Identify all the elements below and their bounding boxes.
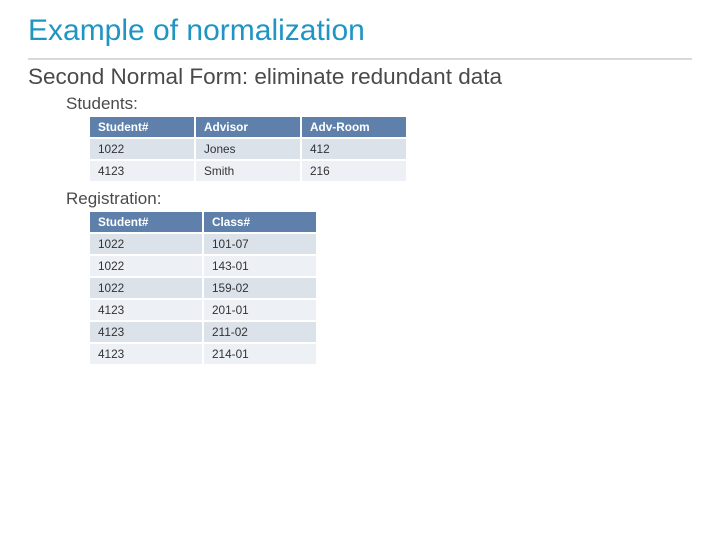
table-row: 1022 143-01 xyxy=(89,255,317,277)
cell: 214-01 xyxy=(203,343,317,365)
cell: 1022 xyxy=(89,138,195,160)
cell: 211-02 xyxy=(203,321,317,343)
registration-header-class: Class# xyxy=(203,211,317,233)
students-label: Students: xyxy=(66,94,692,114)
registration-header-student: Student# xyxy=(89,211,203,233)
students-header-student: Student# xyxy=(89,116,195,138)
cell: 1022 xyxy=(89,233,203,255)
students-header-advroom: Adv-Room xyxy=(301,116,407,138)
cell: Smith xyxy=(195,160,301,182)
cell: 159-02 xyxy=(203,277,317,299)
cell: 1022 xyxy=(89,255,203,277)
registration-table: Student# Class# 1022 101-07 1022 143-01 … xyxy=(88,210,318,366)
cell: 216 xyxy=(301,160,407,182)
students-table: Student# Advisor Adv-Room 1022 Jones 412… xyxy=(88,115,408,183)
subtitle: Second Normal Form: eliminate redundant … xyxy=(28,64,692,90)
cell: 101-07 xyxy=(203,233,317,255)
students-header-advisor: Advisor xyxy=(195,116,301,138)
table-row: 4123 201-01 xyxy=(89,299,317,321)
cell: 4123 xyxy=(89,343,203,365)
cell: 4123 xyxy=(89,160,195,182)
page-title: Example of normalization xyxy=(28,14,692,48)
table-row: 1022 159-02 xyxy=(89,277,317,299)
cell: 1022 xyxy=(89,277,203,299)
cell: 4123 xyxy=(89,321,203,343)
cell: 201-01 xyxy=(203,299,317,321)
cell: 412 xyxy=(301,138,407,160)
cell: Jones xyxy=(195,138,301,160)
title-divider xyxy=(28,58,692,60)
cell: 4123 xyxy=(89,299,203,321)
table-row: 1022 101-07 xyxy=(89,233,317,255)
table-row: 1022 Jones 412 xyxy=(89,138,407,160)
registration-label: Registration: xyxy=(66,189,692,209)
cell: 143-01 xyxy=(203,255,317,277)
table-row: 4123 Smith 216 xyxy=(89,160,407,182)
table-row: 4123 211-02 xyxy=(89,321,317,343)
table-row: 4123 214-01 xyxy=(89,343,317,365)
